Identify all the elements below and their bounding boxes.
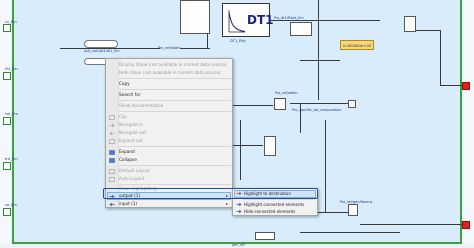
hide-connected-icon — [236, 209, 242, 214]
menu-item-show-documentation[interactable]: Show documentation — [119, 102, 163, 110]
signal-wire — [360, 224, 462, 225]
signal-wire — [440, 30, 441, 85]
signal-wire — [240, 120, 241, 180]
input-port-label: ve_Em — [5, 203, 17, 207]
expand-out-icon — [109, 139, 115, 144]
signal-wire — [290, 103, 350, 104]
menu-item-default-layout[interactable]: Default Layout — [119, 167, 150, 175]
signal-wire — [318, 212, 348, 213]
signal-wire — [270, 20, 380, 21]
submenu-item-hide-connected[interactable]: Hide connected elements — [244, 208, 295, 216]
menu-separator — [119, 165, 231, 166]
input-port-5[interactable] — [3, 208, 11, 216]
product-block[interactable] — [404, 16, 416, 32]
sink-block[interactable] — [348, 100, 356, 108]
menu-separator — [119, 146, 231, 147]
signal-label: Pro_ref/addm — [158, 46, 181, 50]
menu-separator — [119, 111, 231, 112]
signal-wire — [180, 48, 210, 49]
menu-separator — [119, 78, 231, 79]
signal-label: Pro_ref/gen/Nereus — [340, 200, 373, 204]
output-port-2[interactable] — [462, 221, 470, 229]
input-icon — [109, 202, 115, 207]
submenu-arrow-icon: ▸ — [226, 201, 229, 206]
dt1-block[interactable]: DT1 — [222, 3, 274, 37]
menu-separator — [119, 89, 231, 90]
navigate-out-icon — [109, 131, 115, 136]
step-response-icon — [228, 10, 246, 33]
input-port-label: cv_Em — [5, 20, 17, 24]
focus-highlight-frame — [103, 188, 318, 199]
menu-item-copy[interactable]: Copy — [119, 80, 130, 88]
input-port-label: tSt_Em — [5, 67, 18, 71]
signal-label: Pro_specific_tat_computation — [292, 108, 342, 112]
menu-item-input[interactable]: input (1) — [119, 200, 137, 208]
signal-wire — [300, 232, 400, 233]
menu-separator — [119, 100, 231, 101]
signal-wire — [325, 120, 326, 212]
signal-label: Pro_ref/addm — [275, 91, 298, 95]
input-port-4[interactable] — [3, 162, 11, 170]
system-block[interactable] — [255, 232, 275, 240]
signal-wire — [233, 105, 273, 106]
sum-block[interactable] — [274, 98, 286, 110]
collapse-icon — [109, 158, 115, 163]
input-port-2[interactable] — [3, 72, 11, 80]
clip-icon — [109, 115, 115, 120]
menu-item-expand-out[interactable]: Expand out — [119, 137, 143, 145]
product-block[interactable] — [264, 136, 276, 156]
menu-item-hide-value[interactable]: Hide Value (not available in current dat… — [119, 69, 221, 77]
expand-icon — [109, 150, 115, 155]
signal-wire — [300, 60, 340, 61]
menu-separator — [243, 199, 315, 200]
input-port-label: vel_Em — [5, 112, 18, 116]
menu-item-navigate-out[interactable]: Navigate out — [119, 129, 146, 137]
output-port-1[interactable] — [462, 82, 470, 90]
dt1-title: DT1 — [247, 13, 274, 27]
menu-item-search-for[interactable]: Search for — [119, 91, 140, 99]
signal-wire — [233, 145, 263, 146]
signal-wire — [318, 0, 319, 100]
context-menu: Display Value (not available in current … — [105, 58, 233, 208]
highlight-connected-icon — [236, 202, 242, 207]
signal-wire — [440, 85, 462, 86]
scope-block[interactable] — [348, 204, 358, 216]
constant-block[interactable]: 0.000000e+00 — [340, 40, 374, 50]
auto-layout-icon — [109, 177, 115, 182]
signal-label: Acti_calc/dt1/dt1_Em — [84, 49, 120, 53]
system-block[interactable] — [180, 0, 210, 34]
input-port-3[interactable] — [3, 117, 11, 125]
menu-item-navigate-in[interactable]: Navigate in — [119, 121, 143, 129]
input-port-label: trd_Em — [5, 157, 18, 161]
dt1-subtitle: DT1_Plot — [230, 39, 246, 43]
inport-bubble[interactable] — [84, 40, 118, 48]
default-layout-icon — [109, 169, 115, 174]
menu-item-display-value[interactable]: Display Value (not available in current … — [119, 61, 227, 69]
navigate-in-icon — [109, 123, 115, 128]
signal-wire — [415, 30, 440, 31]
menu-item-expand[interactable]: Expand — [119, 148, 135, 156]
input-port-1[interactable] — [3, 24, 11, 32]
signal-label: gen_ref — [232, 243, 245, 247]
system-block[interactable] — [290, 22, 312, 36]
menu-item-clip[interactable]: Clip — [119, 113, 127, 121]
menu-item-auto-layout[interactable]: Auto Layout — [119, 175, 144, 183]
signal-label: Pro_dt1/Plant_Em — [274, 16, 304, 20]
menu-item-collapse[interactable]: Collapse — [119, 156, 137, 164]
